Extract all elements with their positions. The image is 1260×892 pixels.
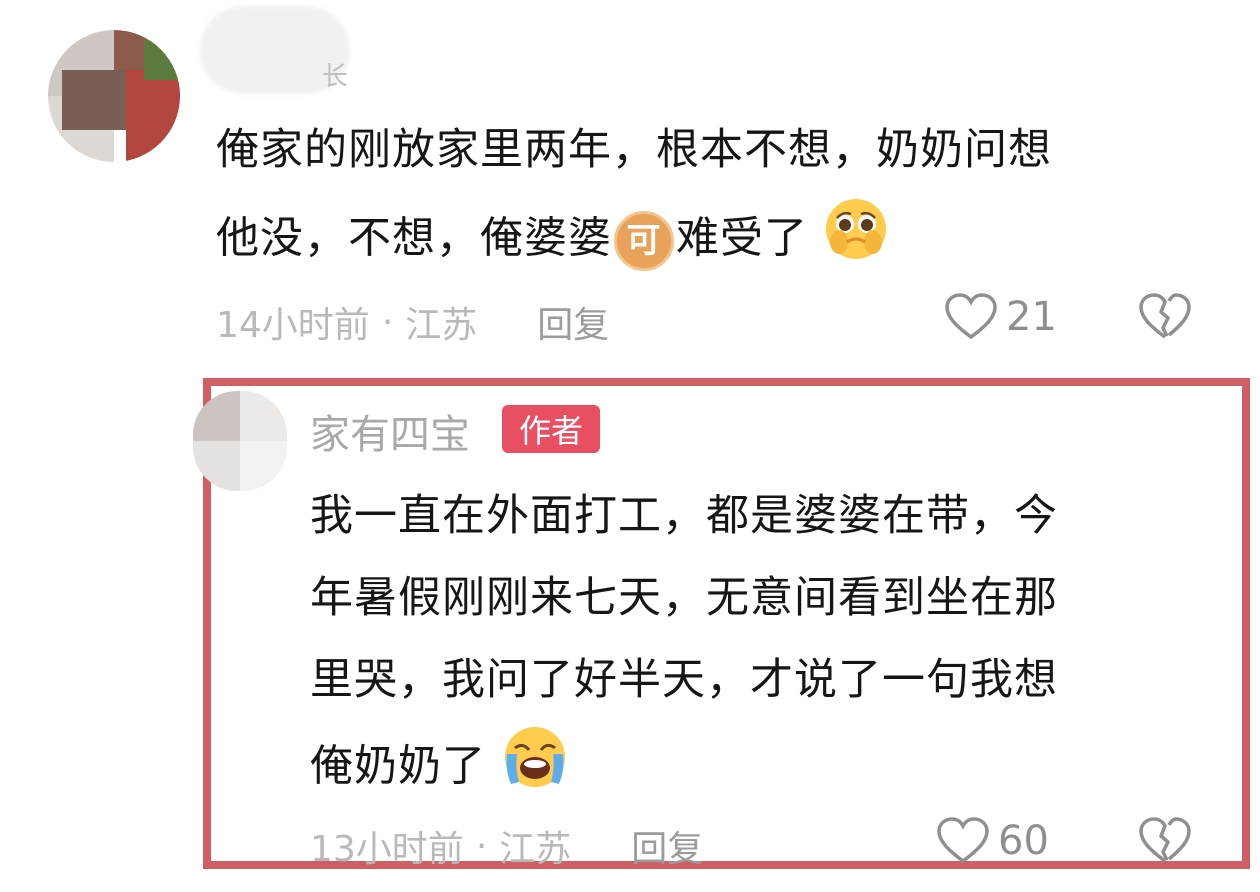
dislike-button[interactable]	[1138, 292, 1192, 346]
comment-text-2b: 难受了	[676, 213, 808, 264]
like-button[interactable]: 60	[936, 816, 1049, 866]
reply-button[interactable]: 回复	[631, 820, 703, 872]
reply-text-line: 年暑假刚刚来七天，无意间看到坐在那	[310, 560, 1058, 636]
meta-dot: ·	[381, 301, 394, 343]
reply-time: 13小时前	[310, 829, 464, 870]
loudly-crying-face-emoji-icon	[501, 724, 569, 814]
heart-icon	[937, 817, 989, 864]
comment-text-line: 俺家的刚放家里两年，根本不想，奶奶问想	[216, 112, 1052, 188]
reply-text-line: 我一直在外面打工，都是婆婆在带，今	[310, 478, 1058, 554]
reply-text-1: 我一直在外面打工，都是婆婆在带，今	[310, 491, 1058, 541]
reply-text-line: 里哭，我问了好半天，才说了一句我想	[310, 642, 1058, 718]
author-avatar[interactable]	[193, 391, 287, 491]
reply-text-2: 年暑假刚刚来七天，无意间看到坐在那	[310, 573, 1058, 623]
avatar[interactable]	[48, 30, 180, 162]
comment-text-line: 他没，不想，俺婆婆可难受了	[216, 196, 889, 286]
broken-heart-icon	[1139, 817, 1191, 863]
heart-icon	[945, 293, 997, 340]
comment-meta: 14小时前 · 江苏 回复	[216, 296, 609, 348]
reply-text-3: 里哭，我问了好半天，才说了一句我想	[310, 655, 1058, 705]
reply-meta: 13小时前 · 江苏 回复	[310, 820, 703, 872]
comment-location: 江苏	[405, 305, 478, 346]
reply-text-line: 俺奶奶了	[310, 724, 569, 814]
like-count: 60	[998, 818, 1049, 864]
author-name[interactable]: 家有四宝	[310, 402, 470, 460]
reply-text-4: 俺奶奶了	[310, 741, 486, 792]
reply-location: 江苏	[499, 829, 572, 870]
comment-item: 长 俺家的刚放家里两年，根本不想，奶奶问想 他没，不想，俺婆婆可难受了 14小时…	[0, 0, 1260, 370]
broken-heart-icon	[1139, 293, 1191, 339]
pleading-face-emoji-icon	[823, 196, 889, 286]
username-suffix: 长	[322, 62, 349, 92]
reply-button[interactable]: 回复	[537, 296, 609, 348]
author-badge: 作者	[502, 405, 600, 453]
comment-text-1: 俺家的刚放家里两年，根本不想，奶奶问想	[216, 125, 1052, 175]
comment-time: 14小时前	[216, 305, 370, 346]
comment-text-2a: 他没，不想，俺婆婆	[216, 213, 612, 264]
like-button[interactable]: 21	[944, 292, 1057, 342]
ke-emoji-badge: 可	[614, 211, 674, 271]
like-count: 21	[1006, 294, 1057, 340]
dislike-button[interactable]	[1138, 816, 1192, 870]
meta-dot: ·	[475, 825, 488, 867]
